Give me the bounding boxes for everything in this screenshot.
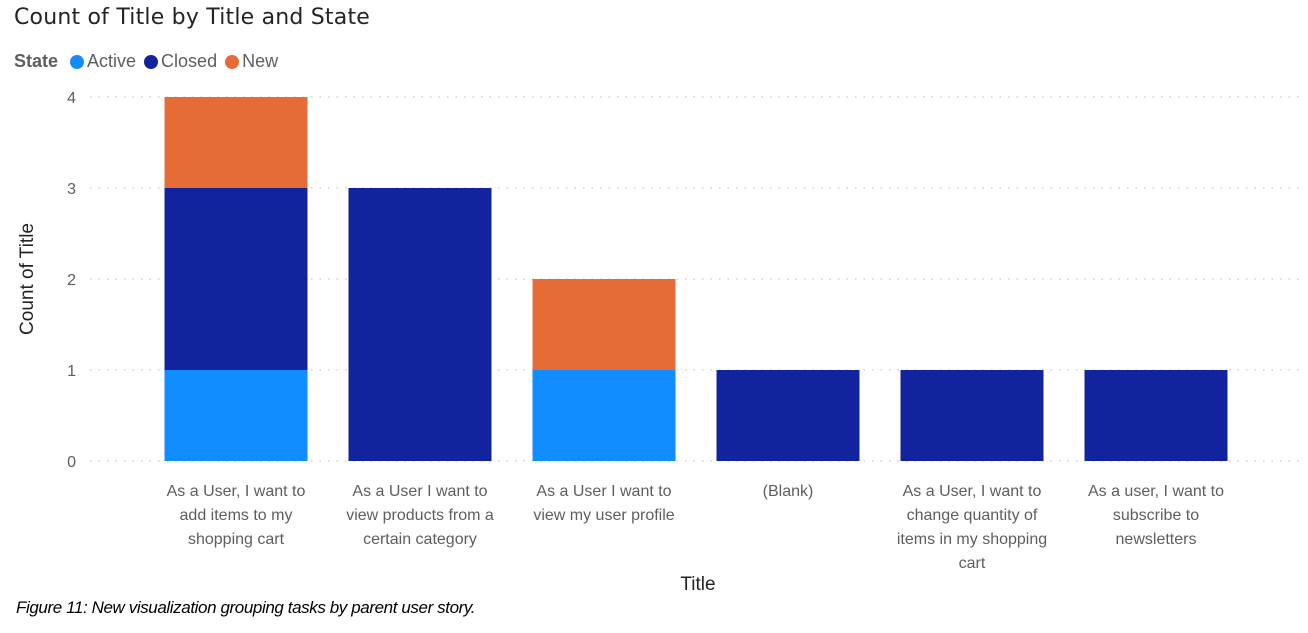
x-tick-label: As a user, I want to subscribe to newslett… <box>1088 483 1224 548</box>
x-tick-label-line: As a User, I want to <box>167 483 306 500</box>
x-tick-label-line: view products from a <box>346 507 494 524</box>
bar-segment-new[interactable] <box>164 97 308 188</box>
x-tick-label-line: (Blank) <box>763 483 814 500</box>
x-tick-label-line: As a User, I want to <box>903 483 1042 500</box>
y-axis-title: Count of Title <box>17 223 38 335</box>
x-tick-label-line: shopping cart <box>188 531 285 548</box>
x-axis-labels: As a User, I want to add items to my shopp… <box>167 483 1225 572</box>
x-tick-label-line: certain category <box>363 531 477 548</box>
x-tick-label-line: cart <box>959 555 986 572</box>
x-tick-label: As a User, I want to add items to my shopp… <box>167 483 306 548</box>
bar-segment-closed[interactable] <box>900 370 1044 461</box>
x-tick-label-line: add items to my <box>180 507 293 524</box>
x-tick-label: As a User I want to view products from a c… <box>346 483 494 548</box>
x-tick-label-line: change quantity of <box>907 507 1038 524</box>
x-tick-label-line: newsletters <box>1116 531 1197 548</box>
bar-segment-active[interactable] <box>164 370 308 461</box>
y-tick-label: 2 <box>67 272 76 289</box>
x-tick-label-line: view my user profile <box>533 507 674 524</box>
y-axis-ticks: 0 1 2 3 4 <box>67 90 76 471</box>
chart-plot: 0 1 2 3 4 As a User, I want to add items to m… <box>17 90 1302 595</box>
y-tick-label: 1 <box>67 363 76 380</box>
bar-segment-active[interactable] <box>532 370 676 461</box>
x-tick-label-line: As a User I want to <box>352 483 487 500</box>
x-tick-label-line: As a User I want to <box>536 483 671 500</box>
bar-segment-new[interactable] <box>532 279 676 370</box>
y-tick-label: 0 <box>67 454 76 471</box>
x-tick-label: As a User, I want to change quantity of it… <box>897 483 1047 572</box>
x-tick-label-line: subscribe to <box>1113 507 1199 524</box>
x-tick-label-line: items in my shopping <box>897 531 1047 548</box>
bar-segment-closed[interactable] <box>348 188 492 461</box>
x-tick-label: (Blank) <box>763 483 814 500</box>
x-tick-label-line: As a user, I want to <box>1088 483 1224 500</box>
bar-segment-closed[interactable] <box>1084 370 1228 461</box>
figure-caption: Figure 11: New visualization grouping ta… <box>16 598 476 617</box>
x-tick-label: As a User I want to view my user profile <box>533 483 674 524</box>
y-tick-label: 3 <box>67 181 76 198</box>
bar-segment-closed[interactable] <box>164 188 308 370</box>
x-axis-title: Title <box>680 574 715 595</box>
bar-segment-closed[interactable] <box>716 370 860 461</box>
y-tick-label: 4 <box>67 90 76 107</box>
